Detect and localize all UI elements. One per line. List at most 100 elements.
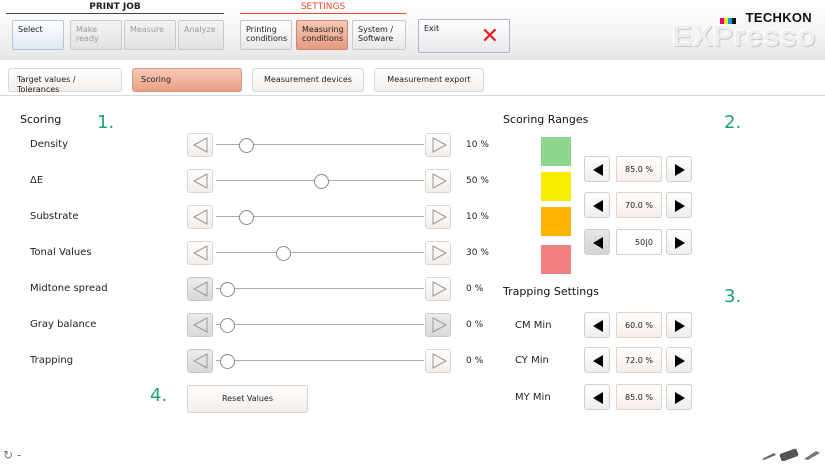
- scoring-row: Tonal Values 30 %: [0, 241, 500, 265]
- measuring-conditions-button[interactable]: Measuring conditions: [296, 20, 348, 50]
- system-software-button[interactable]: System / Software: [352, 20, 406, 50]
- analyze-button[interactable]: Analyze: [178, 20, 224, 50]
- value-field[interactable]: 60.0 %: [616, 312, 662, 338]
- trapping-row-label: MY Min: [515, 392, 551, 403]
- slider-thumb[interactable]: [314, 174, 329, 189]
- scoring-row: Trapping 0 %: [0, 349, 500, 373]
- value-field[interactable]: 50|0: [616, 229, 662, 255]
- measure-button[interactable]: Measure: [124, 20, 176, 50]
- marker-2: 2.: [724, 112, 742, 133]
- decrease-button[interactable]: [187, 349, 213, 373]
- scoring-ranges-title: Scoring Ranges: [503, 113, 589, 126]
- scoring-row-value: 30 %: [466, 248, 489, 258]
- scoring-row-value: 0 %: [466, 320, 484, 330]
- settings-subtabs: Target values / Tolerances Scoring Measu…: [0, 64, 825, 96]
- slider-thumb[interactable]: [238, 138, 254, 153]
- decrease-button[interactable]: [584, 192, 610, 218]
- scoring-row-value: 0 %: [466, 284, 484, 294]
- scoring-row-label: ΔE: [30, 175, 44, 186]
- scoring-row-label: Tonal Values: [30, 247, 92, 258]
- tab-scoring[interactable]: Scoring: [132, 68, 242, 92]
- tab-measurement-devices[interactable]: Measurement devices: [252, 68, 364, 92]
- product-logo: EXPresso: [672, 20, 817, 53]
- increase-button[interactable]: [425, 241, 451, 265]
- value-field[interactable]: 85.0 %: [616, 156, 662, 182]
- scoring-title: Scoring: [20, 113, 62, 126]
- brand-logo: TECHKON EXPresso: [670, 6, 820, 56]
- scoring-row-value: 50 %: [466, 176, 489, 186]
- print-job-group-title: PRINT JOB: [6, 2, 224, 14]
- scoring-row-label: Density: [30, 139, 69, 150]
- increase-button[interactable]: [666, 229, 692, 255]
- reset-values-button[interactable]: Reset Values: [187, 385, 308, 413]
- scoring-row: Density 10 %: [0, 133, 500, 157]
- scoring-row: Substrate 10 %: [0, 205, 500, 229]
- scoring-row-label: Gray balance: [30, 319, 97, 330]
- scoring-row-value: 0 %: [466, 356, 484, 366]
- exit-button[interactable]: Exit ✕: [418, 19, 510, 53]
- increase-button[interactable]: [666, 312, 692, 338]
- decrease-button[interactable]: [187, 133, 213, 157]
- decrease-button[interactable]: [584, 384, 610, 410]
- slider-thumb[interactable]: [220, 354, 235, 369]
- range-color-swatch: [541, 172, 571, 201]
- decrease-button[interactable]: [187, 169, 213, 193]
- refresh-icon: ↻: [3, 448, 14, 462]
- value-field[interactable]: 70.0 %: [616, 192, 662, 218]
- decrease-button[interactable]: [584, 312, 610, 338]
- slider-track[interactable]: [216, 324, 424, 325]
- scoring-row: ΔE 50 %: [0, 169, 500, 193]
- slider-thumb[interactable]: [276, 246, 292, 261]
- scoring-row-label: Substrate: [30, 211, 79, 222]
- increase-button[interactable]: [425, 277, 451, 301]
- exit-label: Exit: [424, 24, 440, 33]
- decrease-button[interactable]: [187, 205, 213, 229]
- scoring-row: Gray balance 0 %: [0, 313, 500, 337]
- marker-3: 3.: [724, 286, 742, 307]
- scoring-row-label: Midtone spread: [30, 283, 108, 294]
- marker-4: 4.: [150, 385, 168, 406]
- decrease-button[interactable]: [584, 156, 610, 182]
- increase-button[interactable]: [425, 169, 451, 193]
- range-color-swatch: [541, 245, 571, 274]
- increase-button[interactable]: [666, 156, 692, 182]
- decrease-button[interactable]: [187, 241, 213, 265]
- settings-group-title: SETTINGS: [240, 2, 406, 14]
- marker-1: 1.: [97, 112, 115, 133]
- printing-conditions-button[interactable]: Printing conditions: [240, 20, 292, 50]
- close-icon: ✕: [480, 24, 499, 49]
- value-field[interactable]: 85.0 %: [616, 384, 662, 410]
- scoring-row: Midtone spread 0 %: [0, 277, 500, 301]
- value-field[interactable]: 72.0 %: [616, 347, 662, 373]
- scoring-row-value: 10 %: [466, 212, 489, 222]
- tab-measurement-export[interactable]: Measurement export: [374, 68, 484, 92]
- decrease-button[interactable]: [187, 313, 213, 337]
- increase-button[interactable]: [666, 384, 692, 410]
- trapping-row-label: CY Min: [515, 355, 549, 366]
- increase-button[interactable]: [666, 192, 692, 218]
- slider-thumb[interactable]: [220, 318, 235, 333]
- device-tools-icon: [762, 448, 820, 461]
- slider-track[interactable]: [216, 288, 424, 289]
- status-text: -: [16, 448, 22, 462]
- status-bar: ↻ -: [3, 448, 21, 462]
- slider-thumb[interactable]: [238, 210, 254, 225]
- increase-button[interactable]: [425, 313, 451, 337]
- increase-button[interactable]: [425, 133, 451, 157]
- scoring-row-label: Trapping: [30, 355, 74, 366]
- decrease-button[interactable]: [584, 229, 610, 255]
- increase-button[interactable]: [666, 347, 692, 373]
- decrease-button[interactable]: [187, 277, 213, 301]
- slider-track[interactable]: [216, 252, 424, 253]
- decrease-button[interactable]: [584, 347, 610, 373]
- trapping-row-label: CM Min: [515, 320, 552, 331]
- tab-target-values[interactable]: Target values / Tolerances: [8, 68, 122, 94]
- range-color-swatch: [541, 137, 571, 166]
- increase-button[interactable]: [425, 349, 451, 373]
- slider-track[interactable]: [216, 360, 424, 361]
- slider-thumb[interactable]: [220, 282, 235, 297]
- increase-button[interactable]: [425, 205, 451, 229]
- make-ready-button[interactable]: Make ready: [70, 20, 122, 50]
- select-button[interactable]: Select: [12, 20, 64, 50]
- top-toolbar: PRINT JOB SETTINGS Select Make ready Mea…: [0, 0, 825, 60]
